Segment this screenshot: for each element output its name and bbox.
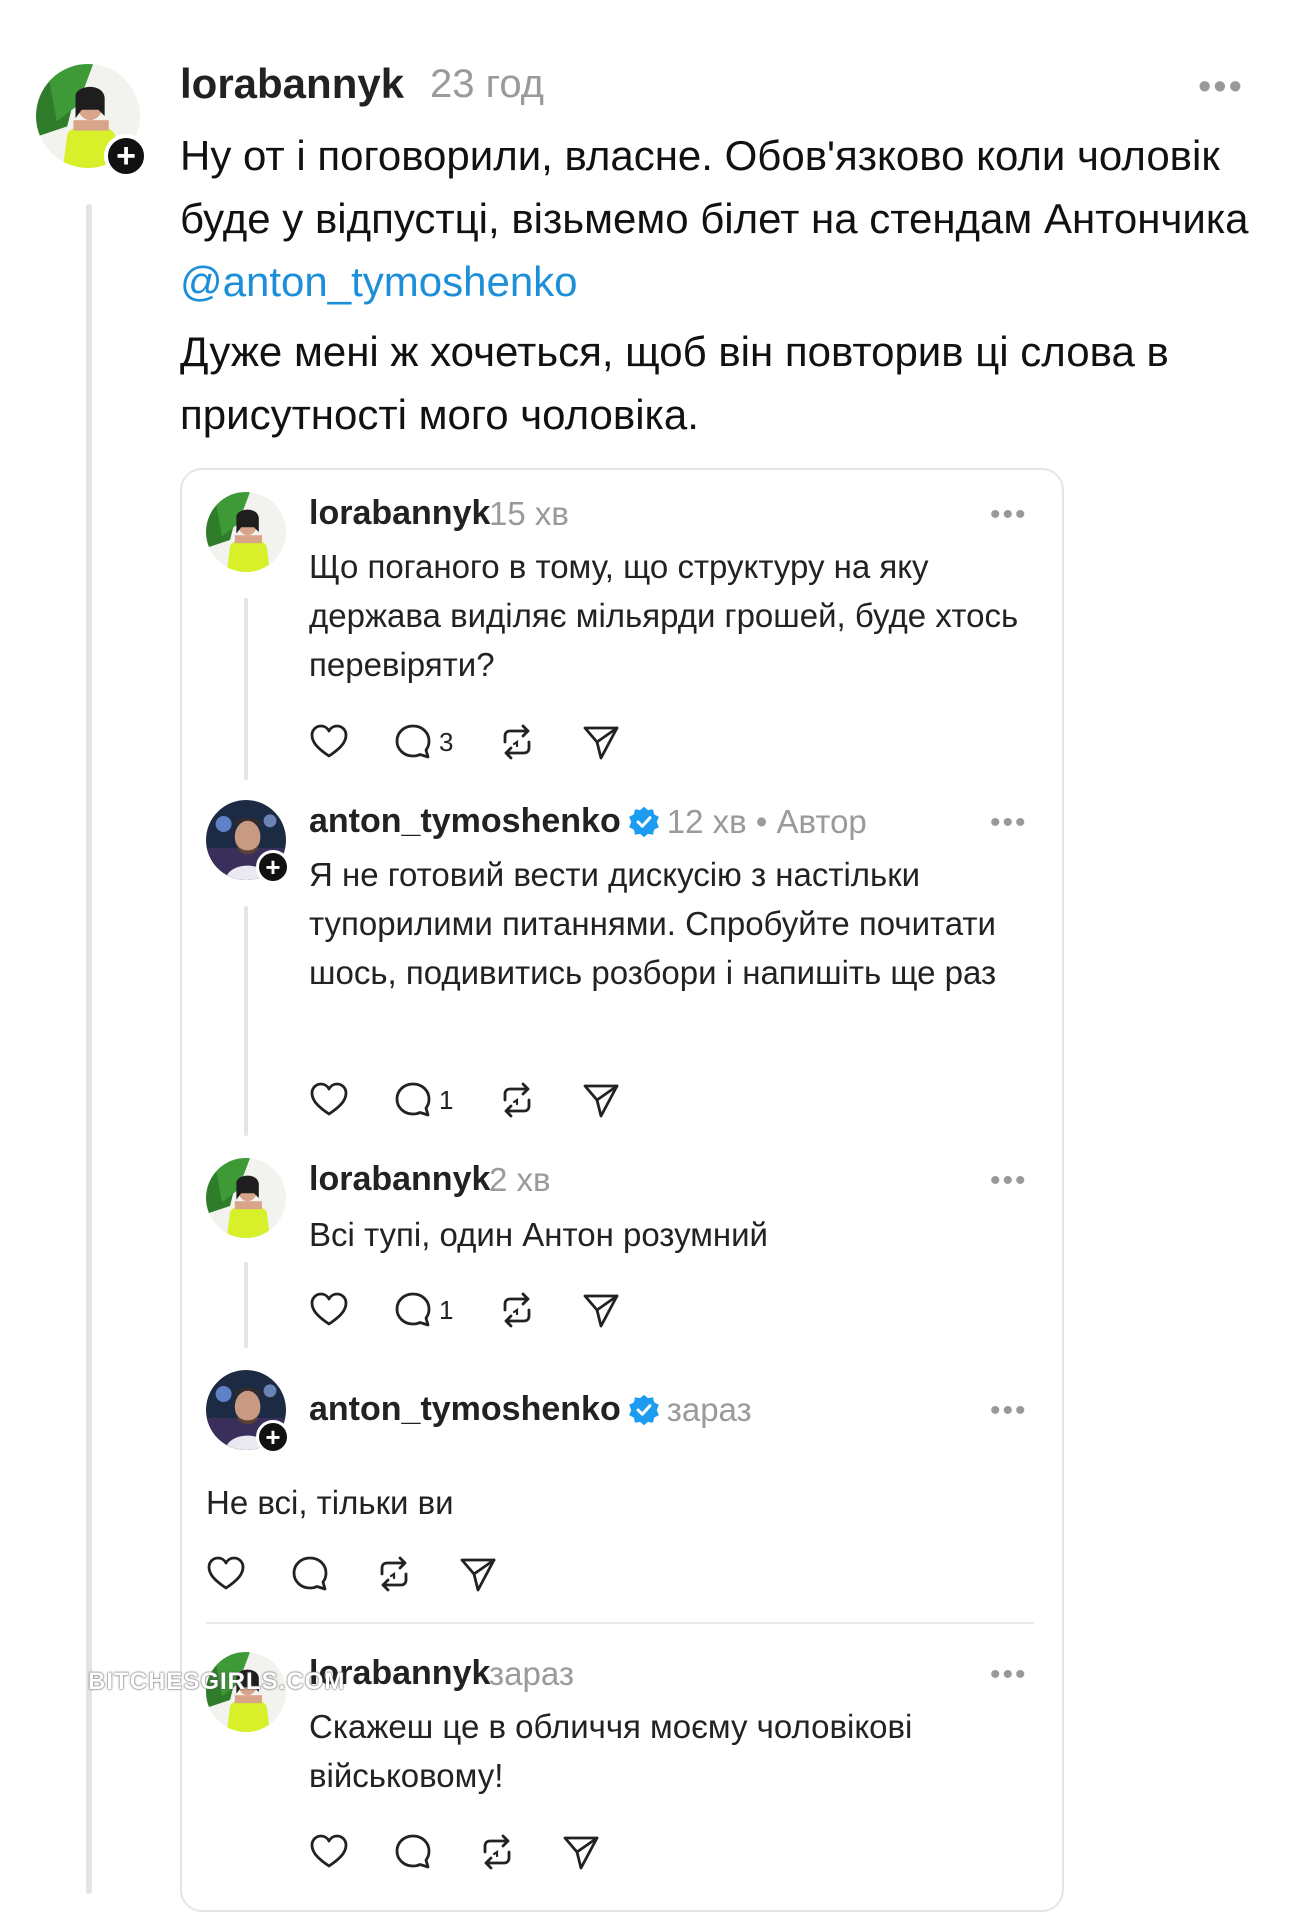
reply-timestamp: 12 хв • Автор: [666, 802, 867, 840]
share-icon: [581, 722, 621, 762]
share-button[interactable]: [581, 1290, 621, 1330]
share-button[interactable]: [458, 1554, 498, 1594]
share-icon: [458, 1554, 498, 1594]
repost-icon: [477, 1832, 517, 1872]
reply-count: 1: [439, 1294, 454, 1325]
share-icon: [581, 1290, 621, 1330]
reply-timestamp: зараз: [489, 1655, 574, 1692]
thread-line: [244, 906, 248, 1136]
repost-icon: [497, 1290, 537, 1330]
repost-button[interactable]: [497, 1290, 537, 1330]
watermark: BITCHESGIRLS.COM: [88, 1668, 346, 1695]
share-button[interactable]: [581, 1080, 621, 1120]
comment-button[interactable]: 3: [393, 722, 453, 762]
more-icon[interactable]: •••: [990, 1394, 1028, 1428]
comment-icon: [393, 722, 433, 762]
reply-username[interactable]: lorabannyk: [309, 1160, 490, 1199]
heart-icon: [309, 1290, 349, 1330]
reply-username[interactable]: lorabannyk: [309, 494, 490, 533]
reply-text: Всі тупі, один Антон розумний: [309, 1216, 768, 1253]
verified-icon: [627, 805, 661, 839]
post-body: Ну от і поговорили, власне. Обов'язково …: [180, 124, 1260, 446]
reply-count: 1: [439, 1084, 454, 1115]
follow-plus-icon[interactable]: +: [256, 1420, 290, 1454]
thread-line: [244, 1262, 248, 1348]
reply-actions: [309, 1832, 645, 1872]
share-button[interactable]: [561, 1832, 601, 1872]
reply-avatar[interactable]: [206, 1158, 286, 1238]
comment-button[interactable]: 1: [393, 1290, 453, 1330]
comment-icon: [393, 1290, 433, 1330]
follow-plus-icon[interactable]: +: [104, 134, 148, 178]
comment-icon: [393, 1832, 433, 1872]
heart-icon: [309, 1832, 349, 1872]
reply-username[interactable]: anton_tymoshenko: [309, 1390, 621, 1429]
reply-text: Я не готовий вести дискусію з настільки …: [309, 856, 997, 991]
comment-icon: [290, 1554, 330, 1594]
repost-icon: [497, 1080, 537, 1120]
more-icon[interactable]: •••: [990, 1164, 1028, 1198]
more-icon[interactable]: •••: [1198, 66, 1244, 109]
reply-timestamp: зараз: [666, 1390, 752, 1428]
reply-actions: 1: [309, 1080, 665, 1120]
like-button[interactable]: [309, 1290, 349, 1330]
thread-line: [86, 204, 92, 1894]
share-button[interactable]: [581, 722, 621, 762]
share-icon: [561, 1832, 601, 1872]
reply-avatar[interactable]: [206, 492, 286, 572]
repost-icon: [374, 1554, 414, 1594]
like-button[interactable]: [309, 1832, 349, 1872]
thread-line: [244, 598, 248, 780]
verified-icon: [627, 1393, 661, 1427]
like-button[interactable]: [309, 1080, 349, 1120]
heart-icon: [309, 722, 349, 762]
more-icon[interactable]: •••: [990, 806, 1028, 840]
comment-icon: [393, 1080, 433, 1120]
reply-username[interactable]: anton_tymoshenko: [309, 802, 621, 841]
share-icon: [581, 1080, 621, 1120]
like-button[interactable]: [206, 1554, 246, 1594]
post-text: Ну от і поговорили, власне. Обов'язково …: [180, 132, 1249, 242]
mention-link[interactable]: @anton_tymoshenko: [180, 258, 578, 305]
more-icon[interactable]: •••: [990, 1658, 1028, 1692]
avatar-image: [206, 1158, 286, 1238]
comment-button[interactable]: [393, 1832, 433, 1872]
reply-timestamp: 2 хв: [489, 1161, 551, 1198]
reply-text: Скажеш це в обличчя моєму чоловікові вій…: [309, 1708, 913, 1794]
reply-actions: 1: [309, 1290, 665, 1330]
repost-icon: [497, 722, 537, 762]
repost-button[interactable]: [374, 1554, 414, 1594]
repost-button[interactable]: [497, 722, 537, 762]
follow-plus-icon[interactable]: +: [256, 850, 290, 884]
reply-text: Що поганого в тому, що структуру на яку …: [309, 548, 1019, 683]
reply-header: anton_tymoshenko 12 хв • Автор: [309, 802, 867, 841]
reply-timestamp: 15 хв: [489, 495, 569, 532]
post-paragraph-1: Ну от і поговорили, власне. Обов'язково …: [180, 124, 1260, 313]
comment-button[interactable]: [290, 1554, 330, 1594]
post-username[interactable]: lorabannyk: [180, 60, 404, 108]
reply-header: anton_tymoshenko зараз: [309, 1390, 752, 1429]
reply-count: 3: [439, 726, 454, 757]
avatar-image: [206, 492, 286, 572]
reply-actions: 3: [309, 722, 665, 762]
reply-text: Не всі, тільки ви: [206, 1484, 454, 1521]
post-paragraph-2: Дуже мені ж хочеться, щоб він повторив ц…: [180, 328, 1169, 438]
repost-button[interactable]: [477, 1832, 517, 1872]
heart-icon: [309, 1080, 349, 1120]
like-button[interactable]: [309, 722, 349, 762]
heart-icon: [206, 1554, 246, 1594]
reply-actions: [206, 1554, 542, 1594]
post-timestamp: 23 год: [430, 62, 545, 106]
comment-button[interactable]: 1: [393, 1080, 453, 1120]
repost-button[interactable]: [497, 1080, 537, 1120]
more-icon[interactable]: •••: [990, 498, 1028, 532]
divider: [206, 1622, 1034, 1624]
